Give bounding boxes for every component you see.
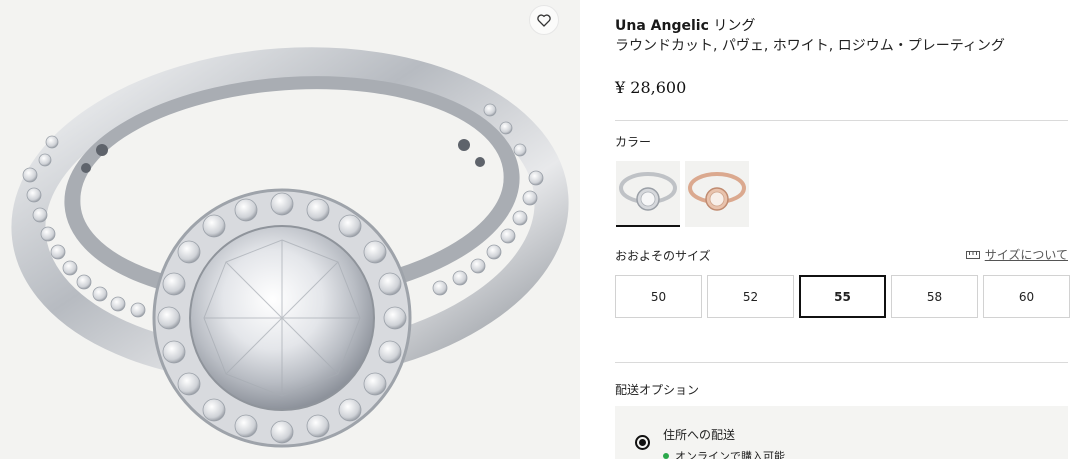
size-option-50[interactable]: 50	[615, 275, 702, 318]
wishlist-button[interactable]	[529, 5, 559, 35]
size-guide-link[interactable]: サイズについて	[965, 246, 1068, 263]
size-label: おおよそのサイズ	[615, 249, 711, 263]
shipping-label: 配送オプション	[615, 383, 700, 397]
divider	[615, 120, 1068, 121]
shipping-option-title: 住所への配送	[663, 428, 736, 442]
product-title: Una Angelic リング	[615, 17, 755, 35]
product-subtitle: ラウンドカット, パヴェ, ホワイト, ロジウム・プレーティング	[615, 38, 1005, 54]
size-option-55[interactable]: 55	[799, 275, 886, 318]
shipping-radio-selected[interactable]	[635, 435, 650, 450]
ring-thumbnail-rose-gold	[688, 172, 746, 211]
product-name-suffix: リング	[708, 18, 756, 34]
product-gallery	[0, 0, 580, 459]
size-option-60[interactable]: 60	[983, 275, 1070, 318]
size-option-58[interactable]: 58	[891, 275, 978, 318]
divider	[615, 362, 1068, 363]
product-image	[11, 47, 569, 448]
ruler-icon	[965, 250, 980, 259]
shipping-option-card[interactable]: 住所への配送 オンラインで購入可能	[615, 406, 1068, 459]
availability-dot-icon	[663, 453, 669, 459]
size-option-52[interactable]: 52	[707, 275, 794, 318]
color-swatch-white[interactable]	[616, 161, 680, 227]
color-swatch-rose-gold[interactable]	[685, 161, 749, 227]
ring-thumbnail-white	[619, 172, 677, 211]
product-brand-name: Una Angelic	[615, 18, 709, 34]
heart-icon	[537, 13, 551, 27]
size-options: 50 52 55 58 60	[615, 275, 1070, 318]
product-price: ¥ 28,600	[615, 78, 687, 97]
size-guide-label: サイズについて	[984, 248, 1068, 262]
availability-status: オンラインで購入可能	[663, 448, 785, 459]
availability-text: オンラインで購入可能	[675, 450, 785, 459]
color-label: カラー	[615, 135, 652, 149]
